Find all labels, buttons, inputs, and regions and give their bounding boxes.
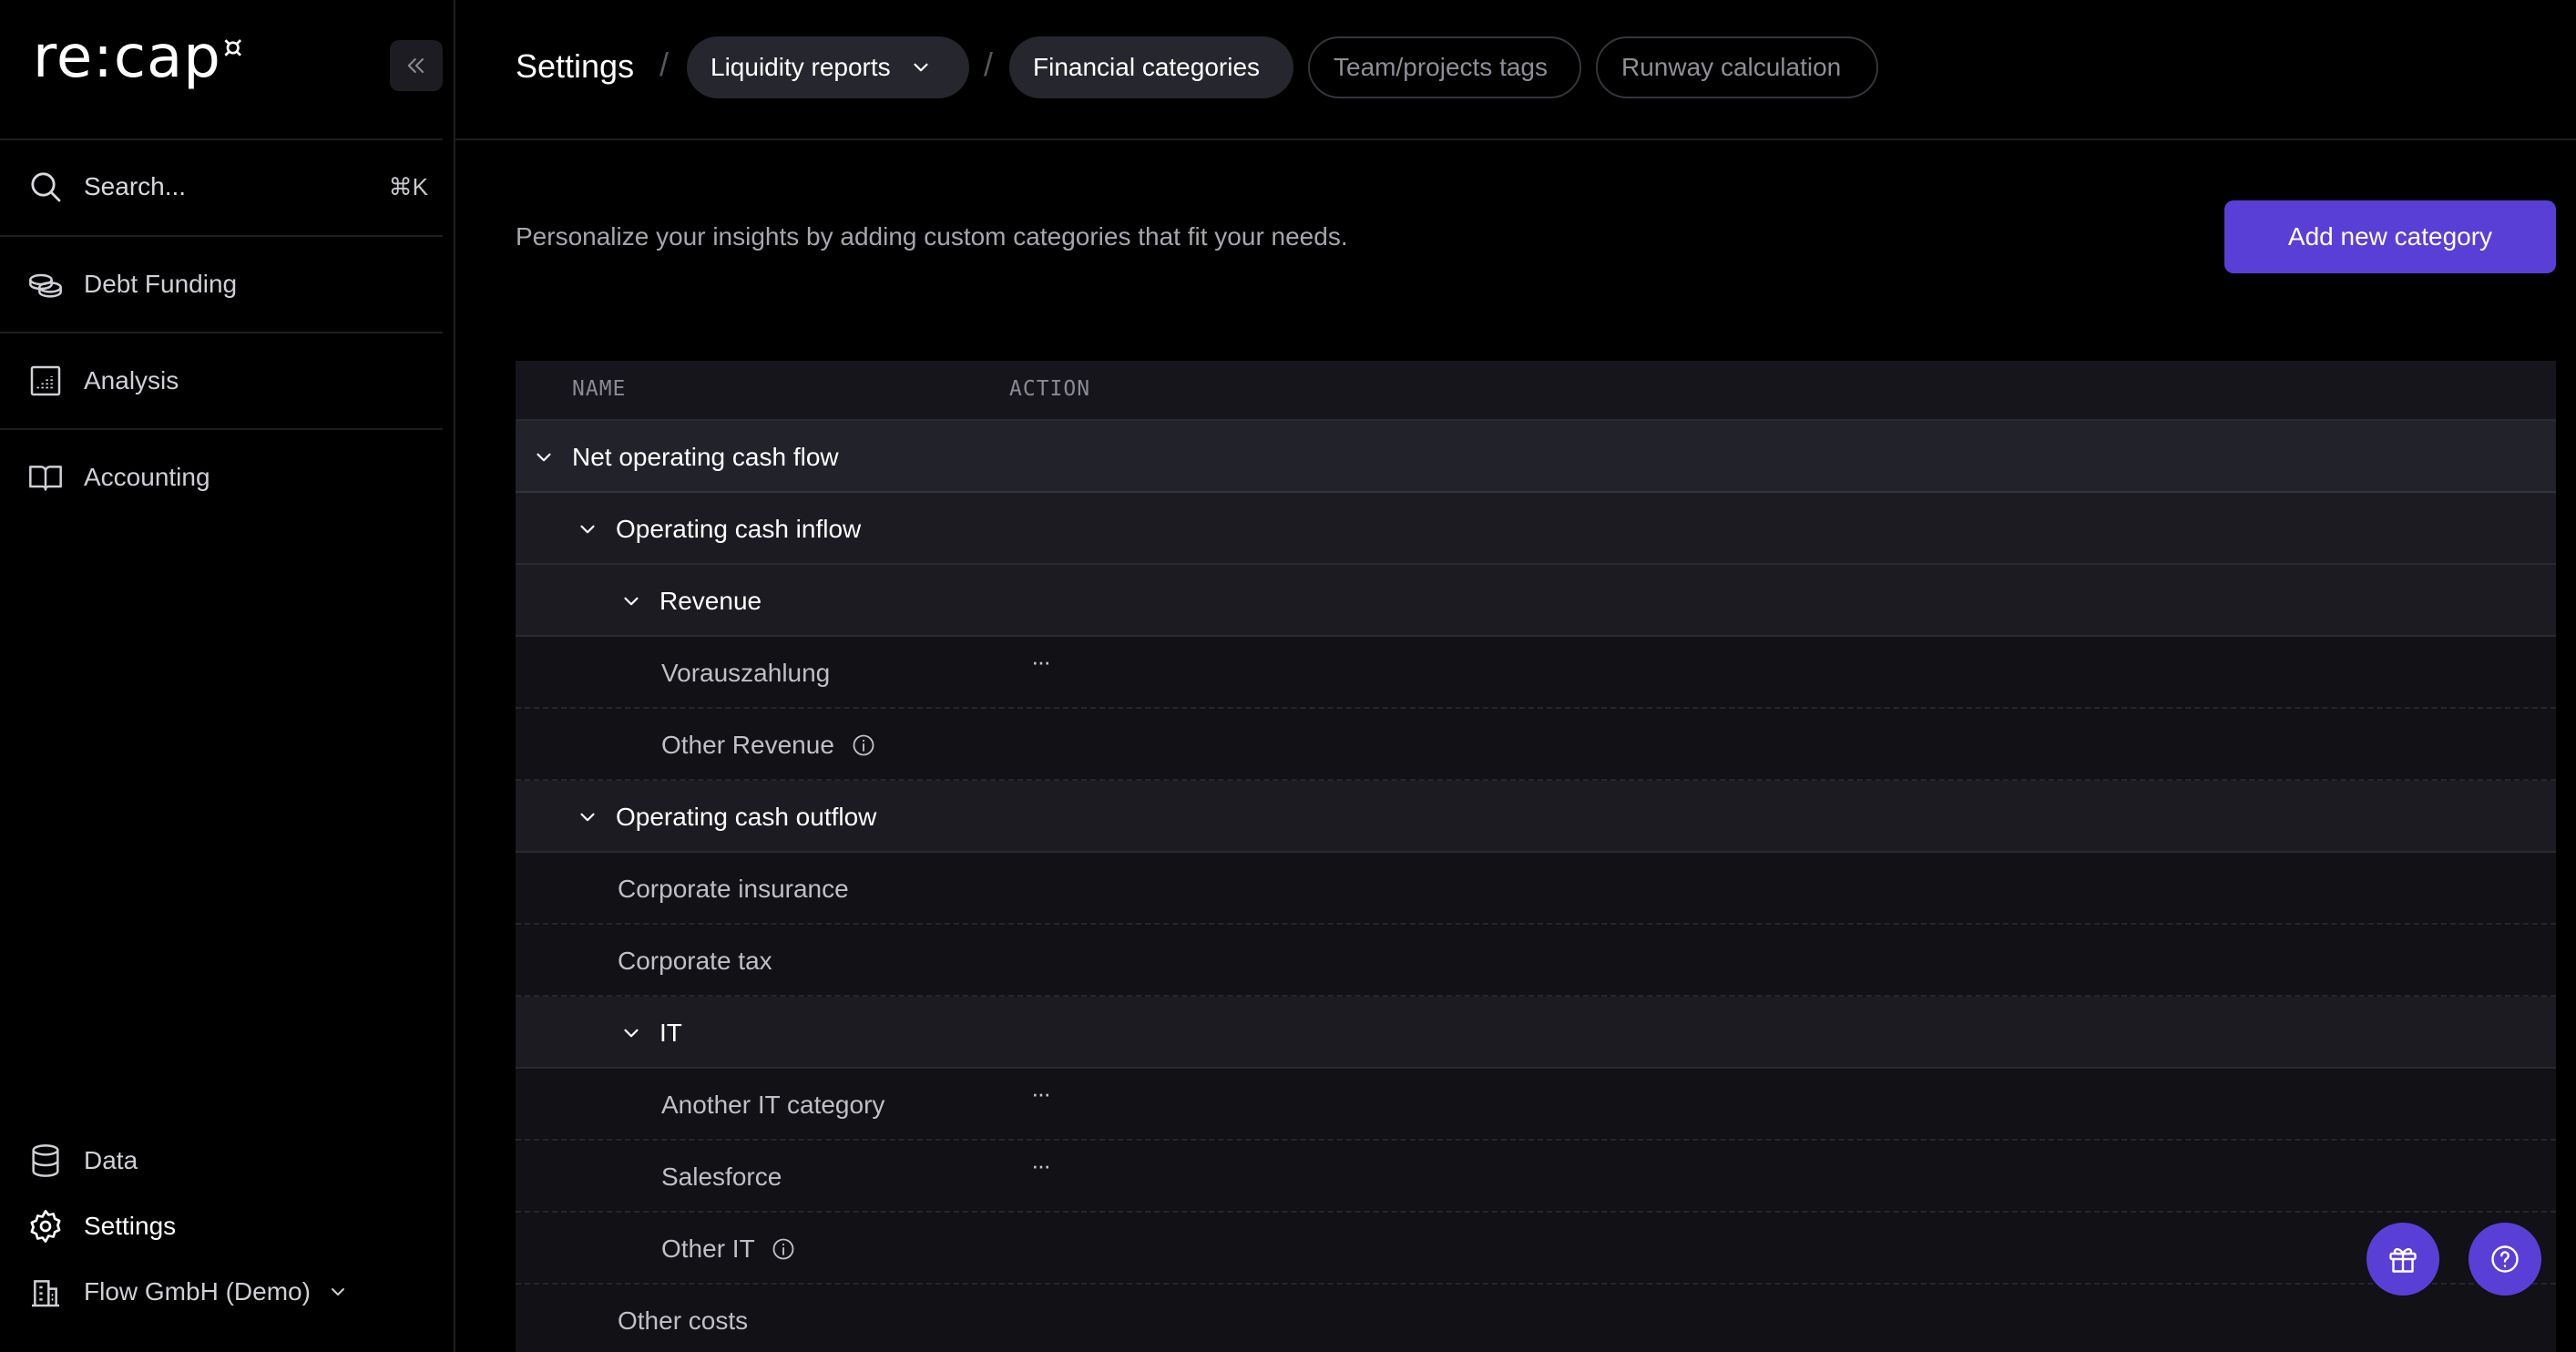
chevron-down-icon[interactable] xyxy=(532,446,556,469)
double-chevron-left-icon xyxy=(407,57,424,74)
row-label: Other costs xyxy=(618,1306,749,1335)
chart-grid-icon xyxy=(30,365,61,396)
sidebar-item-label: Debt Funding xyxy=(84,270,238,298)
table-row[interactable]: Vorauszahlung ··· xyxy=(516,637,2556,709)
add-new-category-button[interactable]: Add new category xyxy=(2224,200,2556,273)
table-row[interactable]: Other Revenue xyxy=(516,709,2556,781)
chevron-down-icon xyxy=(914,63,928,72)
coins-icon xyxy=(29,273,62,298)
sidebar-item-debt-funding[interactable]: Debt Funding xyxy=(27,261,237,307)
sidebar-item-label: Settings xyxy=(84,1212,177,1240)
sidebar-item-settings[interactable]: Settings xyxy=(27,1203,176,1249)
row-label: Corporate insurance xyxy=(618,875,849,903)
row-label: Revenue xyxy=(659,587,762,615)
gift-button[interactable] xyxy=(2366,1223,2439,1296)
search-label: Search... xyxy=(84,172,187,200)
sidebar-item-label: Data xyxy=(84,1146,138,1174)
tab-liquidity-reports[interactable]: Liquidity reports xyxy=(687,36,969,98)
table-row[interactable]: Salesforce ··· xyxy=(516,1141,2556,1213)
row-label: Salesforce xyxy=(661,1163,782,1191)
logo[interactable]: re:cap¤ xyxy=(33,24,244,91)
breadcrumb-separator: / xyxy=(984,46,994,83)
app-window: re:cap¤ Search... ⌘K Debt Funding Analys… xyxy=(0,0,2576,1352)
gift-icon xyxy=(2389,1248,2417,1273)
table-row[interactable]: Operating cash outflow xyxy=(516,781,2556,853)
sidebar-item-label: Analysis xyxy=(84,366,179,394)
chevron-down-icon[interactable] xyxy=(576,805,599,829)
gear-icon xyxy=(30,1210,61,1243)
chevron-down-icon[interactable] xyxy=(576,517,599,541)
row-label: Operating cash inflow xyxy=(616,515,862,543)
breadcrumb-separator: / xyxy=(659,46,670,83)
sidebar-divider xyxy=(0,428,443,430)
search-shortcut: ⌘K xyxy=(388,172,428,200)
table-row[interactable]: Net operating cash flow xyxy=(516,421,2556,493)
categories-table: NAME ACTION Net operating cash flow Oper… xyxy=(516,361,2556,1352)
tab-label: Team/projects tags xyxy=(1334,53,1548,81)
chevron-down-icon[interactable] xyxy=(619,589,643,613)
table-row[interactable]: IT xyxy=(516,997,2556,1069)
row-actions-menu[interactable]: ··· xyxy=(1031,648,1051,676)
sidebar-item-accounting[interactable]: Accounting xyxy=(27,455,210,500)
row-label: Net operating cash flow xyxy=(572,443,839,471)
row-label: IT xyxy=(659,1019,682,1047)
company-name: Flow GmbH (Demo) xyxy=(84,1277,311,1306)
table-row[interactable]: Another IT category ··· xyxy=(516,1069,2556,1141)
top-bar: Settings / Liquidity reports / Financial… xyxy=(455,0,2576,140)
logo-text: re:cap xyxy=(33,24,221,91)
chevron-down-icon xyxy=(331,1288,344,1296)
intro-text: Personalize your insights by adding cust… xyxy=(516,222,1348,251)
sidebar: re:cap¤ Search... ⌘K Debt Funding Analys… xyxy=(0,0,455,1352)
table-row[interactable]: Revenue xyxy=(516,565,2556,637)
tab-runway-calculation[interactable]: Runway calculation xyxy=(1596,36,1878,98)
table-header: NAME ACTION xyxy=(516,361,2556,421)
column-header-action: ACTION xyxy=(1009,377,1091,401)
table-row[interactable]: Other IT xyxy=(516,1213,2556,1285)
tab-team-projects-tags[interactable]: Team/projects tags xyxy=(1308,36,1581,98)
info-icon[interactable] xyxy=(771,1236,796,1262)
tab-financial-categories[interactable]: Financial categories xyxy=(1009,36,1293,98)
help-icon xyxy=(2491,1245,2519,1273)
table-row[interactable]: Corporate tax xyxy=(516,925,2556,997)
sidebar-divider xyxy=(0,332,443,333)
row-actions-menu[interactable]: ··· xyxy=(1031,1080,1051,1108)
sidebar-item-analysis[interactable]: Analysis xyxy=(27,358,179,404)
book-icon xyxy=(29,466,62,491)
sidebar-divider xyxy=(0,235,443,237)
logo-mark: ¤ xyxy=(222,29,244,66)
table-row[interactable]: Operating cash inflow xyxy=(516,493,2556,565)
tab-label: Financial categories xyxy=(1033,53,1261,81)
row-label: Other IT xyxy=(661,1234,755,1263)
page-title: Settings xyxy=(516,47,635,85)
row-label: Corporate tax xyxy=(618,947,772,975)
tab-label: Runway calculation xyxy=(1621,53,1842,81)
sidebar-divider xyxy=(0,138,443,140)
search-icon xyxy=(31,172,61,202)
tab-label: Liquidity reports xyxy=(710,53,891,81)
database-icon xyxy=(32,1144,59,1177)
table-row[interactable]: Corporate insurance xyxy=(516,853,2556,925)
table-row[interactable]: Other costs xyxy=(516,1285,2556,1352)
sidebar-item-data[interactable]: Data xyxy=(27,1138,138,1183)
sidebar-item-label: Accounting xyxy=(84,463,210,491)
chevron-down-icon[interactable] xyxy=(619,1021,643,1045)
column-header-name: NAME xyxy=(572,377,627,401)
help-button[interactable] xyxy=(2469,1223,2541,1296)
row-label: Operating cash outflow xyxy=(616,803,877,831)
collapse-sidebar-button[interactable] xyxy=(390,40,443,91)
row-label: Other Revenue xyxy=(661,731,834,759)
company-switcher[interactable]: Flow GmbH (Demo) xyxy=(27,1269,349,1315)
row-label: Vorauszahlung xyxy=(661,659,831,687)
search-button[interactable]: Search... ⌘K xyxy=(27,164,428,210)
info-icon[interactable] xyxy=(851,732,876,758)
row-label: Another IT category xyxy=(661,1091,885,1119)
building-icon xyxy=(32,1280,59,1307)
row-actions-menu[interactable]: ··· xyxy=(1031,1152,1051,1180)
